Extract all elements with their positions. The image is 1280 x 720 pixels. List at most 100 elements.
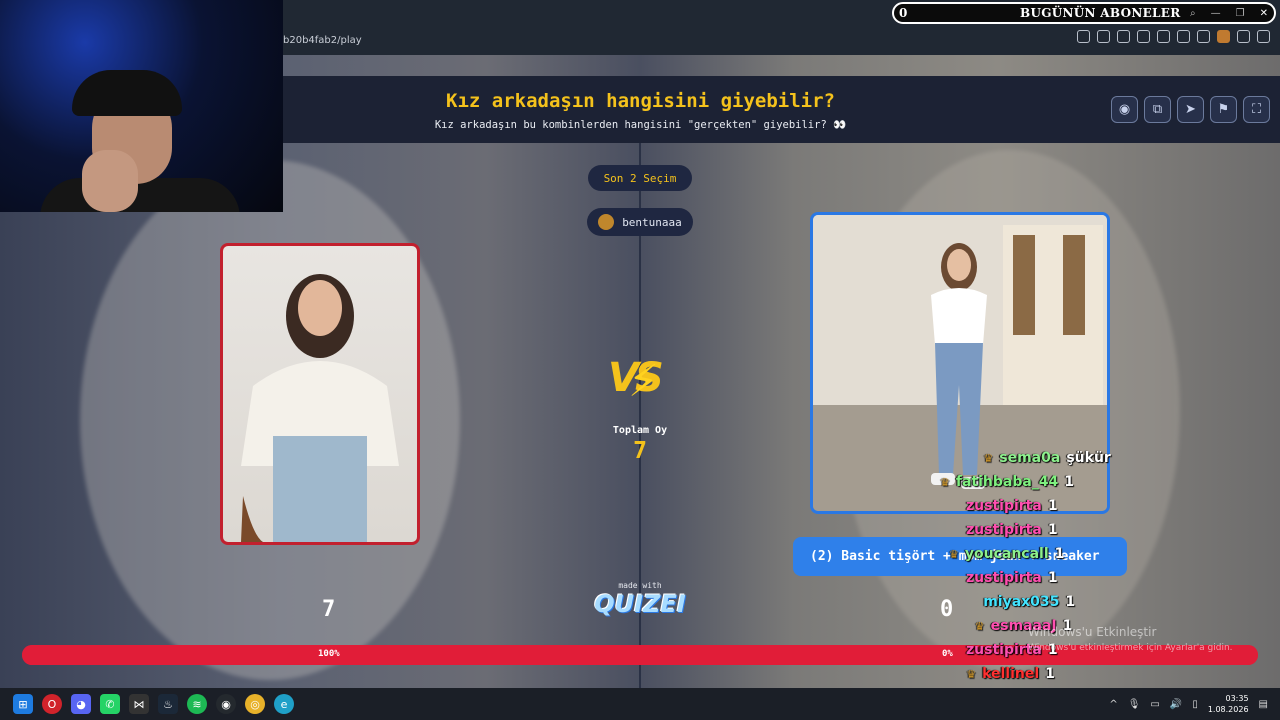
chat-message: ♛ kellinel 1 bbox=[966, 663, 1055, 685]
chat-username: sema0a bbox=[999, 450, 1061, 466]
flag-icon[interactable]: ⚑ bbox=[1210, 96, 1237, 123]
minimize-icon[interactable]: — bbox=[1211, 8, 1221, 19]
shield-icon[interactable] bbox=[1117, 30, 1130, 43]
steam-icon[interactable]: ♨ bbox=[158, 694, 178, 714]
camera-icon[interactable] bbox=[1097, 30, 1110, 43]
maximize-icon[interactable]: ❐ bbox=[1236, 8, 1245, 19]
chat-text: 1 bbox=[1045, 666, 1055, 682]
quiz-subtitle: Kız arkadaşın bu kombinlerden hangisini … bbox=[434, 119, 847, 131]
window-controls: ⌕ — ❐ ✕ bbox=[1190, 8, 1268, 19]
github-icon[interactable]: ◉ bbox=[216, 694, 236, 714]
chat-text: 1 bbox=[1065, 594, 1076, 610]
subscriber-overlay: 0 BUGÜNÜN ABONELER ⌕ — ❐ ✕ bbox=[892, 2, 1276, 24]
left-percent: 100% bbox=[318, 649, 340, 659]
streamer-cap bbox=[72, 70, 182, 116]
quiz-header: Kız arkadaşın hangisini giyebilir? Kız a… bbox=[283, 76, 1280, 143]
discord-icon[interactable]: ◕ bbox=[71, 694, 91, 714]
spotify-icon[interactable]: ≋ bbox=[187, 694, 207, 714]
option-image-left bbox=[241, 274, 399, 542]
download-icon[interactable] bbox=[1177, 30, 1190, 43]
chrome-icon[interactable]: ◎ bbox=[245, 694, 265, 714]
player-name: bentunaaa bbox=[622, 215, 682, 229]
edit-icon[interactable] bbox=[1077, 30, 1090, 43]
share-icon[interactable]: ⧉ bbox=[1144, 96, 1171, 123]
chat-username: youcancall bbox=[964, 546, 1049, 562]
windows-activate-title: Windows'u Etkinleştir bbox=[1028, 625, 1157, 639]
system-tray: ^ 🎙 ▭ 🔊 ▯ 03:35 1.08.2026 ▤ bbox=[1109, 688, 1268, 720]
player-badge: bentunaaa bbox=[587, 208, 693, 236]
microphone-icon[interactable]: 🎙 bbox=[1128, 699, 1141, 710]
capcut-icon[interactable]: ⋈ bbox=[129, 694, 149, 714]
network-icon[interactable]: ▭ bbox=[1150, 699, 1159, 710]
option-card-left[interactable] bbox=[220, 243, 420, 545]
taskbar: ⊞ O ◕ ✆ ⋈ ♨ ≋ ◉ ◎ e ^ 🎙 ▭ 🔊 ▯ 03:35 1.08… bbox=[0, 688, 1280, 720]
chevron-up-icon[interactable]: ^ bbox=[1109, 699, 1117, 710]
right-score: 0 bbox=[940, 597, 954, 622]
crown-icon: ♛ bbox=[974, 619, 985, 633]
webcam-feed bbox=[0, 0, 283, 212]
search-icon[interactable]: ⌕ bbox=[1190, 8, 1196, 19]
clock[interactable]: 03:35 1.08.2026 bbox=[1208, 693, 1249, 715]
close-icon[interactable]: ✕ bbox=[1260, 8, 1268, 19]
chat-message: zustipirta 1 bbox=[966, 495, 1058, 517]
chat-text: şükür bbox=[1066, 450, 1111, 466]
ai-icon[interactable] bbox=[1257, 30, 1270, 43]
left-score: 7 bbox=[322, 597, 336, 622]
crown-icon: ♛ bbox=[983, 451, 994, 465]
volume-icon[interactable]: 🔊 bbox=[1170, 699, 1182, 710]
player-avatar bbox=[598, 214, 615, 230]
round-badge: Son 2 Seçim bbox=[588, 165, 692, 191]
chat-message: ♛ youcancall 1 bbox=[949, 543, 1064, 565]
screen: b20b4fab2/play 0 BUGÜNÜN ABONELER ⌕ — ❐ … bbox=[0, 0, 1280, 720]
lightning-icon: ⚡ bbox=[628, 356, 659, 407]
clock-date: 1.08.2026 bbox=[1207, 705, 1249, 714]
eye-icon[interactable]: ◉ bbox=[1111, 96, 1138, 123]
chat-text: 1 bbox=[1054, 546, 1065, 562]
heart-icon[interactable] bbox=[1157, 30, 1170, 43]
battery-icon[interactable]: ▯ bbox=[1192, 699, 1198, 710]
subscriber-title: BUGÜNÜN ABONELER bbox=[1020, 6, 1181, 20]
chat-username: zustipirta bbox=[966, 498, 1042, 514]
browser-actions bbox=[1077, 30, 1270, 43]
chat-message: ♛ sema0a şükür bbox=[983, 447, 1110, 469]
quiz-tools: ◉ ⧉ ➤ ⚑ ⛶ bbox=[1111, 96, 1270, 123]
made-with-label: made with bbox=[618, 581, 662, 590]
notification-icon[interactable]: ▤ bbox=[1259, 699, 1268, 710]
crown-icon: ♛ bbox=[940, 475, 950, 489]
chat-text: 1 bbox=[1047, 498, 1058, 514]
edge-icon[interactable]: e bbox=[274, 694, 294, 714]
brand-logo[interactable]: QUIZEI bbox=[590, 590, 690, 618]
send-icon[interactable]: ➤ bbox=[1177, 96, 1204, 123]
chat-username: zustipirta bbox=[966, 522, 1042, 538]
extension-icon[interactable] bbox=[1237, 30, 1250, 43]
windows-activate-text: Windows'u etkinleştirmek için Ayarlar'a … bbox=[1028, 643, 1233, 653]
crown-icon: ♛ bbox=[949, 547, 959, 561]
chat-text: 1 bbox=[1047, 570, 1058, 586]
chat-message: ♛ fatihbaba_44 1 bbox=[940, 471, 1074, 493]
play-icon[interactable] bbox=[1137, 30, 1150, 43]
quiz-title: Kız arkadaşın hangisini giyebilir? bbox=[446, 90, 835, 112]
fullscreen-icon[interactable]: ⛶ bbox=[1243, 96, 1270, 123]
clock-time: 03:35 bbox=[1225, 694, 1249, 703]
chat-message: zustipirta 1 bbox=[966, 519, 1058, 541]
chat-username: kellinel bbox=[982, 666, 1040, 682]
chat-message: miyax035 1 bbox=[983, 591, 1075, 613]
right-percent: 0% bbox=[942, 649, 953, 659]
crown-icon: ♛ bbox=[966, 667, 977, 681]
total-votes-label: Toplam Oy bbox=[612, 425, 668, 436]
round-label: Son 2 Seçim bbox=[603, 171, 677, 185]
chat-text: 1 bbox=[1047, 522, 1058, 538]
chat-message: zustipirta 1 bbox=[966, 567, 1058, 589]
url-text: b20b4fab2/play bbox=[283, 34, 362, 46]
chat-username: fatihbaba_44 bbox=[955, 474, 1059, 490]
windows-start-icon[interactable]: ⊞ bbox=[13, 694, 33, 714]
chat-text: 1 bbox=[1064, 474, 1075, 490]
streamer-hand bbox=[82, 150, 138, 212]
opera-icon[interactable]: O bbox=[42, 694, 62, 714]
chat-username: miyax035 bbox=[983, 594, 1060, 610]
avatar-icon[interactable] bbox=[1217, 30, 1230, 43]
total-votes-value: 7 bbox=[633, 438, 647, 464]
chat-username: zustipirta bbox=[966, 570, 1042, 586]
menu-icon[interactable] bbox=[1197, 30, 1210, 43]
whatsapp-icon[interactable]: ✆ bbox=[100, 694, 120, 714]
